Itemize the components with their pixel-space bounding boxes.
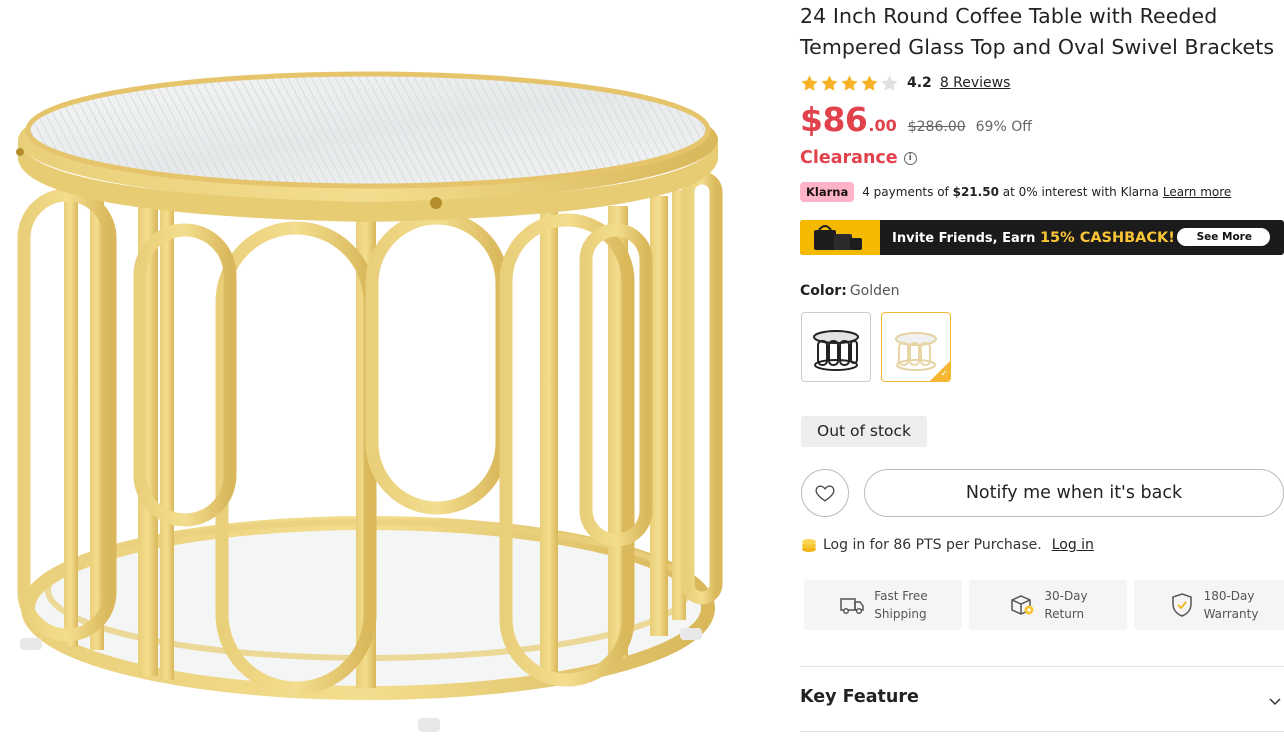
product-image [0, 0, 760, 739]
heart-icon [815, 485, 835, 502]
service-line2: Warranty [1203, 607, 1259, 621]
login-link[interactable]: Log in [1052, 537, 1094, 553]
swatch-black[interactable] [801, 312, 871, 382]
notify-me-button[interactable]: Notify me when it's back [864, 469, 1284, 517]
service-text: Fast Free Shipping [874, 587, 927, 623]
service-text: 180-Day Warranty [1204, 587, 1259, 623]
product-details: 24 Inch Round Coffee Table with Reeded T… [800, 0, 1284, 739]
see-more-button[interactable]: See More [1176, 228, 1270, 246]
service-line1: 30-Day [1044, 589, 1088, 603]
klarna-text: 4 payments of $21.50 at 0% interest with… [862, 185, 1159, 199]
black-table-thumbnail [813, 330, 859, 371]
rating-stars [800, 74, 899, 93]
stock-status-badge: Out of stock [801, 416, 928, 447]
klarna-suffix: at 0% interest with Klarna [1002, 185, 1159, 199]
service-line2: Return [1044, 607, 1085, 621]
wishlist-button[interactable] [801, 469, 849, 517]
info-icon[interactable]: i [903, 151, 917, 165]
service-badges: Fast Free Shipping 30-Day Return 180-Day… [804, 580, 1284, 630]
service-line1: 180-Day [1203, 589, 1255, 603]
color-swatches: ✓ [801, 312, 951, 382]
star-filled-icon [861, 74, 878, 91]
color-value: Golden [849, 283, 900, 299]
coins-icon [802, 539, 816, 552]
service-warranty: 180-Day Warranty [1134, 580, 1284, 630]
star-filled-icon [821, 74, 838, 91]
clearance-row: Clearance i [800, 148, 917, 168]
chevron-down-icon [1269, 698, 1281, 706]
promo-text: Invite Friends, Earn 15% CASHBACK! [892, 230, 1175, 246]
divider [800, 666, 1284, 667]
return-box-icon [1011, 595, 1034, 615]
product-title: 24 Inch Round Coffee Table with Reeded T… [800, 4, 1275, 59]
klarna-logo: Klarna [800, 182, 855, 202]
check-icon: ✓ [940, 369, 948, 379]
klarna-row: Klarna 4 payments of $21.50 at 0% intere… [800, 182, 1231, 202]
shopping-bags-icon [800, 220, 880, 255]
rating-value: 4.2 [907, 75, 932, 91]
klarna-learn-more-link[interactable]: Learn more [1163, 185, 1231, 199]
coffee-table-image [16, 71, 723, 732]
star-filled-icon [841, 74, 858, 91]
points-row: Log in for 86 PTS per Purchase. Log in [801, 537, 1094, 553]
discount-label: 69% Off [975, 119, 1032, 135]
service-return: 30-Day Return [969, 580, 1127, 630]
swatch-golden[interactable]: ✓ [881, 312, 951, 382]
service-line1: Fast Free [874, 589, 928, 603]
star-empty-icon [881, 74, 898, 91]
color-label: Color: [800, 283, 847, 299]
points-text: Log in for 86 PTS per Purchase. [823, 537, 1042, 553]
promo-cashback: 15% CASHBACK! [1039, 229, 1175, 246]
rating-row: 4.2 8 Reviews [800, 72, 1010, 94]
service-free-shipping: Fast Free Shipping [804, 580, 962, 630]
reviews-link[interactable]: 8 Reviews [940, 75, 1011, 91]
klarna-amount: $21.50 [952, 185, 999, 199]
key-feature-accordion[interactable]: Key Feature [800, 686, 1284, 708]
star-filled-icon [801, 74, 818, 91]
klarna-prefix: 4 payments of [862, 185, 949, 199]
truck-icon [840, 598, 865, 615]
key-feature-label: Key Feature [800, 687, 919, 707]
service-line2: Shipping [874, 607, 927, 621]
price-current: $86 [800, 100, 868, 139]
color-label-row: Color: Golden [800, 283, 900, 299]
price-original: $286.00 [907, 119, 966, 135]
promo-invite-text: Invite Friends, Earn [892, 230, 1036, 246]
clearance-label: Clearance [800, 148, 898, 168]
price-cents: .00 [868, 116, 897, 135]
promo-banner[interactable]: Invite Friends, Earn 15% CASHBACK! See M… [800, 220, 1284, 255]
shield-check-icon [1171, 593, 1192, 617]
divider [800, 731, 1284, 732]
service-text: 30-Day Return [1044, 587, 1087, 623]
price-row: $86 .00 $286.00 69% Off [800, 100, 1032, 140]
